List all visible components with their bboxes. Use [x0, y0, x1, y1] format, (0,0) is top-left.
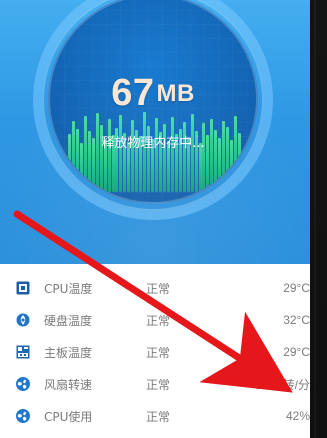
metric-label: CPU使用: [44, 409, 93, 424]
cpu-usage-icon: [15, 408, 31, 424]
hardware-metrics-list: CPU温度 正常 29°C 硬盘温度 正常 32°C 主板温度 正常 29°C …: [0, 272, 310, 432]
memory-activity-bar: [155, 118, 158, 192]
metric-label: 风扇转速: [44, 377, 93, 392]
system-monitor-panel: 67MB 释放物理内存中... CPU温度 正常 29°C 硬盘温度 正常 32…: [0, 0, 327, 438]
metric-status: 正常: [146, 281, 171, 296]
metric-label: 主板温度: [44, 345, 93, 360]
memory-number: 67: [111, 72, 155, 114]
hard-drive-temperature-icon: [15, 312, 31, 328]
memory-activity-bar: [119, 115, 123, 192]
metric-value: 29°C: [283, 345, 310, 359]
memory-value: 67MB: [50, 72, 256, 115]
cpu-temperature-icon: [15, 280, 31, 296]
memory-activity-bar: [107, 119, 111, 192]
fan-speed-icon: [15, 376, 31, 392]
memory-activity-bar: [143, 112, 147, 192]
memory-activity-bar: [210, 119, 214, 192]
metric-status: 正常: [146, 377, 171, 392]
memory-activity-bar: [131, 120, 135, 192]
metric-value: 32°C: [283, 313, 310, 327]
memory-activity-bar: [234, 116, 238, 192]
memory-unit: MB: [156, 80, 195, 107]
metric-row-cpu-usage: CPU使用 正常 42%: [0, 400, 310, 432]
right-dark-edge: [310, 0, 327, 438]
metric-label: 硬盘温度: [44, 313, 93, 328]
memory-activity-bar: [170, 117, 174, 192]
memory-activity-bar: [190, 114, 194, 192]
metric-row-motherboard-temperature: 主板温度 正常 29°C: [0, 336, 310, 368]
metric-row-fan-speed: 风扇转速 正常 2292转/分: [0, 368, 310, 400]
memory-monitor-panel: 67MB 释放物理内存中...: [0, 0, 310, 264]
metric-value: 2292转/分: [255, 377, 310, 392]
metric-label: CPU温度: [44, 281, 93, 296]
metric-status: 正常: [146, 409, 171, 424]
memory-activity-bar: [95, 113, 99, 192]
metric-value: 42%: [285, 409, 310, 423]
memory-activity-bar: [83, 116, 87, 192]
metric-value: 29°C: [283, 281, 310, 295]
memory-status-text: 释放物理内存中...: [101, 136, 205, 151]
metric-row-hard-drive-temperature: 硬盘温度 正常 32°C: [0, 304, 310, 336]
metric-row-cpu-temperature: CPU温度 正常 29°C: [0, 272, 310, 304]
memory-gauge: 67MB 释放物理内存中...: [48, 0, 258, 204]
metric-status: 正常: [146, 313, 171, 328]
motherboard-temperature-icon: [15, 344, 31, 360]
metric-status: 正常: [146, 345, 171, 360]
